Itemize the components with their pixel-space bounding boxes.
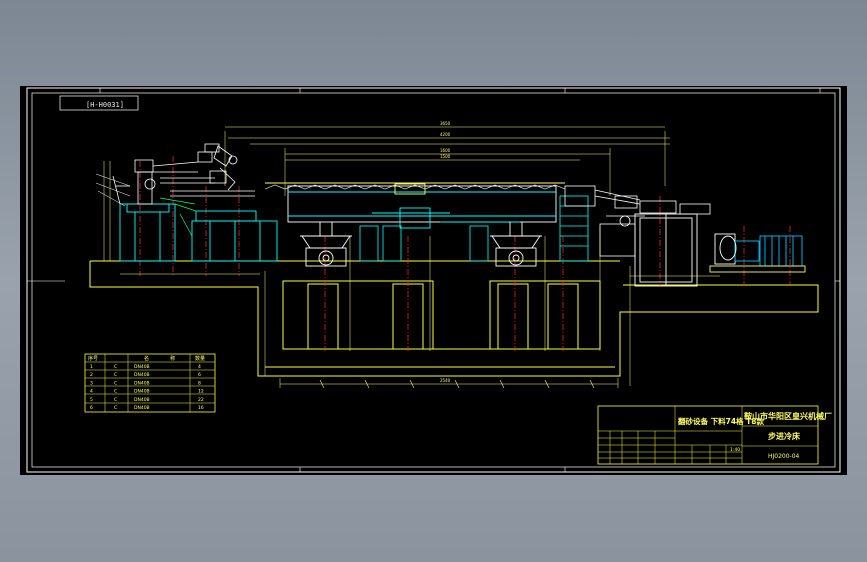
parts-table-cell: C [114,380,117,386]
zone-ticks [27,88,840,472]
dimension-text-1: 3650 [440,121,451,126]
parts-table-cell: C [114,405,117,411]
parts-table-cell: DN40B [134,405,150,411]
parts-table-cell: 3 [90,380,93,386]
parts-header-no: 序号 [88,355,98,362]
parts-table-cell: 22 [198,397,204,403]
parts-header-name-b: 称 [170,355,175,362]
walking-beam [264,182,566,229]
parts-table-cell: DN40B [134,397,150,403]
parts-table-cell: 12 [198,389,204,395]
parts-table: 序号 名 称 数量 1 C DN40B 4 2 C DN40B 6 3 C DN40B 8 4 C DN40… [84,353,216,413]
dimension-text-4: 1500 [440,154,451,159]
parts-header-qty: 数量 [195,355,205,362]
parts-table-lines [85,354,215,412]
title-code: HJ0200-04 [768,453,800,460]
dimension-text-5: 2540 [440,378,451,383]
parts-table-cell: C [114,389,117,395]
parts-table-cell: DN40B [134,372,150,378]
drive-motor [709,233,806,273]
dimension-text-2: 4200 [440,132,451,137]
title-name: 步进冷床 [768,431,801,441]
parts-table-cell: 4 [90,389,93,395]
drawing-frame-outer [26,87,841,473]
drawing-frame-inner [31,92,836,468]
leader-lines [95,173,131,207]
cam-unit-left [300,222,352,267]
drawing-viewport[interactable]: [H-H0031] 3650 4200 1600 1500 2540 序号 名 … [20,86,847,475]
dimension-values: 3650 4200 1600 1500 2540 [440,121,451,383]
parts-header-name-a: 名 [144,355,149,362]
parts-table-cell: 8 [198,380,201,386]
parts-table-cell: C [114,364,117,370]
reducer-housing [634,213,698,287]
cam-unit-right [490,222,542,267]
left-loader-mechanism [112,143,255,205]
parts-table-cell: DN40B [134,389,150,395]
parts-table-cell: C [114,372,117,378]
parts-table-cell: 1 [90,364,93,370]
parts-table-cell: 16 [198,405,204,411]
right-conveyor-arm [564,185,711,257]
parts-table-cell: 4 [198,364,201,370]
parts-table-cell: 5 [90,397,93,403]
cad-drawing[interactable]: [H-H0031] 3650 4200 1600 1500 2540 序号 名 … [20,86,847,475]
left-loader-frame [119,203,278,262]
parts-table-border [84,353,216,413]
centerlines [139,156,791,351]
title-scale: 1:40 [730,447,740,453]
parts-table-cell: 6 [90,405,93,411]
title-block: 翻砂设备 下料74格 T8款 鞍山市华阳区皇兴机械厂 步进冷床 HJ0200-0… [597,405,832,465]
parts-table-cell: 2 [90,372,93,378]
support-columns [359,195,589,262]
parts-table-cell: DN40B [134,380,150,386]
parts-table-cell: DN40B [134,364,150,370]
parts-table-cell: 6 [198,372,201,378]
parts-table-rows: 1 C DN40B 4 2 C DN40B 6 3 C DN40B 8 4 C DN40B 12 5 C DN40B… [90,364,204,411]
title-company: 鞍山市华阳区皇兴机械厂 [744,411,832,421]
dimension-text-3: 1600 [440,148,451,153]
parts-table-cell: C [114,397,117,403]
tag-label: [H-H0031] [86,101,124,109]
